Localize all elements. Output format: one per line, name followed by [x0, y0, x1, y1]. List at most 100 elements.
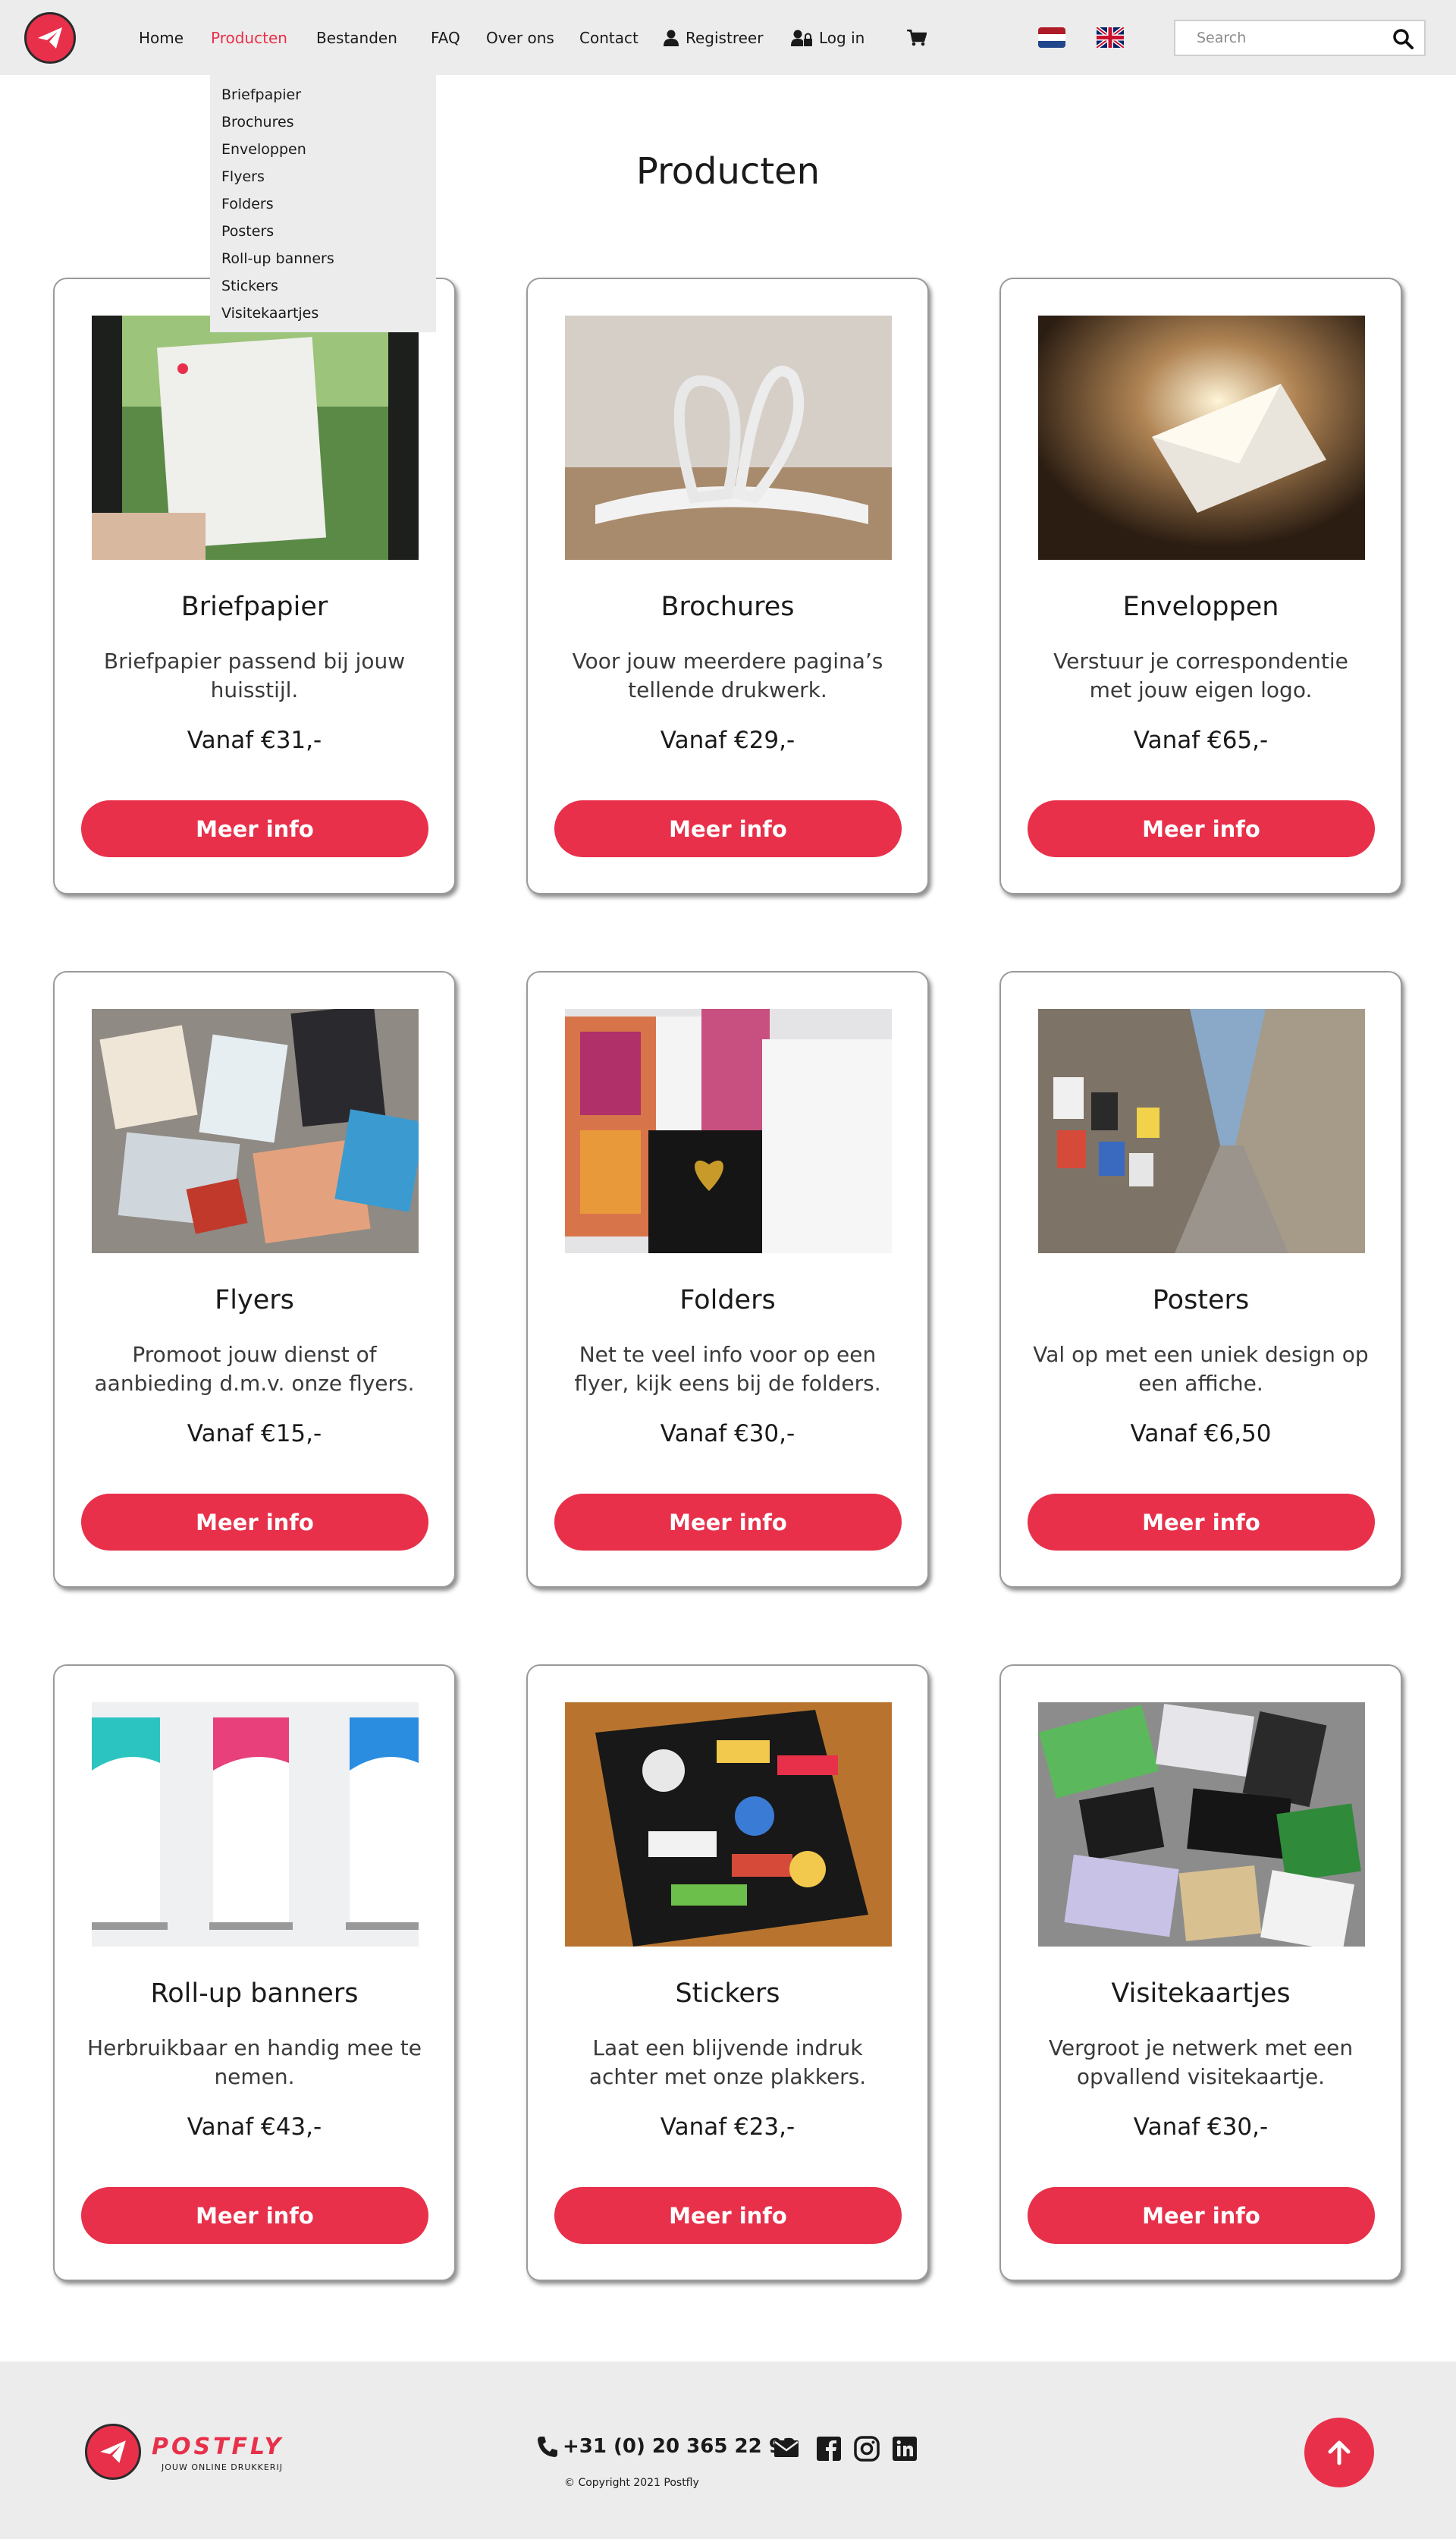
product-price: Vanaf €23,-: [660, 2113, 795, 2141]
user-lock-icon: [791, 30, 812, 46]
cart-button[interactable]: [907, 29, 927, 46]
product-name: Brochures: [661, 592, 795, 622]
product-image-brochures: [565, 316, 892, 560]
nav-home[interactable]: Home: [139, 29, 184, 47]
meer-info-button[interactable]: Meer info: [81, 2187, 428, 2244]
product-description: Herbruikbaar en handig mee te nemen.: [87, 2035, 422, 2089]
meer-info-button[interactable]: Meer info: [1028, 2187, 1375, 2244]
product-name: Stickers: [675, 1978, 780, 2009]
product-description: Val op met een uniek design op een affic…: [1033, 1342, 1369, 1396]
product-card-stickers: Stickers Laat een blijvende indruk achte…: [526, 1664, 929, 2281]
dropdown-item-roll-up-banners[interactable]: Roll-up banners: [210, 245, 436, 272]
nav-bestanden[interactable]: Bestanden: [316, 29, 397, 47]
nav-contact[interactable]: Contact: [579, 29, 639, 47]
cart-icon: [907, 29, 927, 46]
linkedin-icon[interactable]: [892, 2436, 918, 2462]
product-description: Briefpapier passend bij jouw huisstijl.: [103, 649, 406, 702]
product-image-folders: [565, 1009, 892, 1253]
dropdown-item-posters[interactable]: Posters: [210, 218, 436, 245]
product-name: Briefpapier: [180, 592, 328, 622]
product-name: Posters: [1152, 1285, 1250, 1315]
meer-info-button[interactable]: Meer info: [1028, 800, 1375, 857]
nav-over-ons[interactable]: Over ons: [486, 29, 554, 47]
product-card-visitekaartjes: Visitekaartjes Vergroot je netwerk met e…: [999, 1664, 1402, 2281]
user-icon: [664, 30, 679, 46]
product-description: Vergroot je netwerk met een opvallend vi…: [1048, 2035, 1354, 2089]
product-name: Enveloppen: [1122, 592, 1279, 622]
postfly-logo[interactable]: [24, 12, 76, 64]
flag-uk-icon[interactable]: [1097, 27, 1124, 48]
product-image-posters: [1038, 1009, 1365, 1253]
product-price: Vanaf €30,-: [660, 1420, 795, 1447]
product-name: Roll-up banners: [150, 1978, 359, 2009]
product-image-flyers: [92, 1009, 419, 1253]
flag-nl-icon[interactable]: [1038, 27, 1065, 48]
search-input[interactable]: [1175, 21, 1373, 55]
search-box: [1174, 20, 1426, 56]
product-card-enveloppen: Enveloppen Verstuur je correspondentie m…: [999, 278, 1402, 894]
dropdown-item-visitekaartjes[interactable]: Visitekaartjes: [210, 300, 436, 327]
product-price: Vanaf €29,-: [660, 727, 795, 754]
navbar: Home Producten Bestanden FAQ Over ons Co…: [0, 0, 1456, 75]
footer-tagline: JOUW ONLINE DRUKKERIJ: [162, 2462, 283, 2472]
dropdown-item-enveloppen[interactable]: Enveloppen: [210, 136, 436, 163]
phone-number: +31 (0) 20 365 22 93: [563, 2435, 796, 2458]
product-price: Vanaf €31,-: [187, 727, 322, 754]
product-description: Promoot jouw dienst of aanbieding d.m.v.…: [94, 1342, 415, 1396]
nav-producten[interactable]: Producten: [211, 29, 287, 47]
product-card-brochures: Brochures Voor jouw meerdere pagina’s te…: [526, 278, 929, 894]
dropdown-item-briefpapier[interactable]: Briefpapier: [210, 81, 436, 108]
product-name: Visitekaartjes: [1111, 1978, 1291, 2009]
footer: POSTFLY JOUW ONLINE DRUKKERIJ +31 (0) 20…: [0, 2361, 1456, 2539]
facebook-icon[interactable]: [816, 2436, 842, 2462]
meer-info-button[interactable]: Meer info: [1028, 1494, 1375, 1551]
product-name: Folders: [679, 1285, 776, 1315]
product-price: Vanaf €65,-: [1133, 727, 1269, 754]
dropdown-item-flyers[interactable]: Flyers: [210, 163, 436, 190]
product-name: Flyers: [215, 1285, 294, 1315]
products-dropdown: Briefpapier Brochures Enveloppen Flyers …: [210, 75, 436, 332]
footer-brand: POSTFLY: [152, 2434, 284, 2460]
meer-info-button[interactable]: Meer info: [81, 1494, 428, 1551]
nav-registreer[interactable]: Registreer: [664, 29, 763, 47]
product-description: Laat een blijvende indruk achter met onz…: [588, 2035, 867, 2089]
product-image-briefpapier: [92, 316, 419, 560]
product-price: Vanaf €6,50: [1130, 1420, 1272, 1447]
registreer-label: Registreer: [686, 28, 764, 47]
product-card-flyers: Flyers Promoot jouw dienst of aanbieding…: [53, 971, 456, 1588]
product-card-briefpapier: Briefpapier Briefpapier passend bij jouw…: [53, 278, 456, 894]
product-card-folders: Folders Net te veel info voor op een fly…: [526, 971, 929, 1588]
footer-phone[interactable]: +31 (0) 20 365 22 93: [535, 2434, 796, 2459]
product-price: Vanaf €30,-: [1133, 2113, 1269, 2141]
meer-info-button[interactable]: Meer info: [554, 800, 902, 857]
product-price: Vanaf €15,-: [187, 1420, 322, 1447]
envelope-icon[interactable]: [774, 2436, 799, 2462]
arrow-up-icon: [1328, 2440, 1351, 2465]
meer-info-button[interactable]: Meer info: [554, 2187, 902, 2244]
meer-info-button[interactable]: Meer info: [81, 800, 428, 857]
dropdown-item-brochures[interactable]: Brochures: [210, 108, 436, 136]
paper-plane-icon: [100, 2440, 126, 2463]
dropdown-item-folders[interactable]: Folders: [210, 190, 436, 218]
phone-icon: [538, 2437, 557, 2457]
paper-plane-icon: [38, 27, 62, 49]
product-card-roll-up-banners: Roll-up banners Herbruikbaar en handig m…: [53, 1664, 456, 2281]
nav-faq[interactable]: FAQ: [431, 29, 460, 47]
instagram-icon[interactable]: [854, 2436, 880, 2462]
copyright-text: © Copyright 2021 Postfly: [564, 2477, 699, 2489]
product-description: Verstuur je correspondentie met jouw eig…: [1053, 649, 1348, 702]
search-icon[interactable]: [1392, 28, 1414, 49]
product-image-enveloppen: [1038, 316, 1365, 560]
product-image-stickers: [565, 1702, 892, 1947]
dropdown-item-stickers[interactable]: Stickers: [210, 272, 436, 300]
nav-login[interactable]: Log in: [791, 29, 864, 47]
product-card-posters: Posters Val op met een uniek design op e…: [999, 971, 1402, 1588]
product-image-visitekaartjes: [1038, 1702, 1365, 1947]
meer-info-button[interactable]: Meer info: [554, 1494, 902, 1551]
product-price: Vanaf €43,-: [187, 2113, 322, 2141]
product-description: Voor jouw meerdere pagina’s tellende dru…: [572, 649, 883, 702]
footer-logo[interactable]: [85, 2424, 141, 2480]
product-description: Net te veel info voor op een flyer, kijk…: [574, 1342, 881, 1396]
login-label: Log in: [819, 28, 865, 47]
scroll-to-top-button[interactable]: [1304, 2418, 1374, 2487]
